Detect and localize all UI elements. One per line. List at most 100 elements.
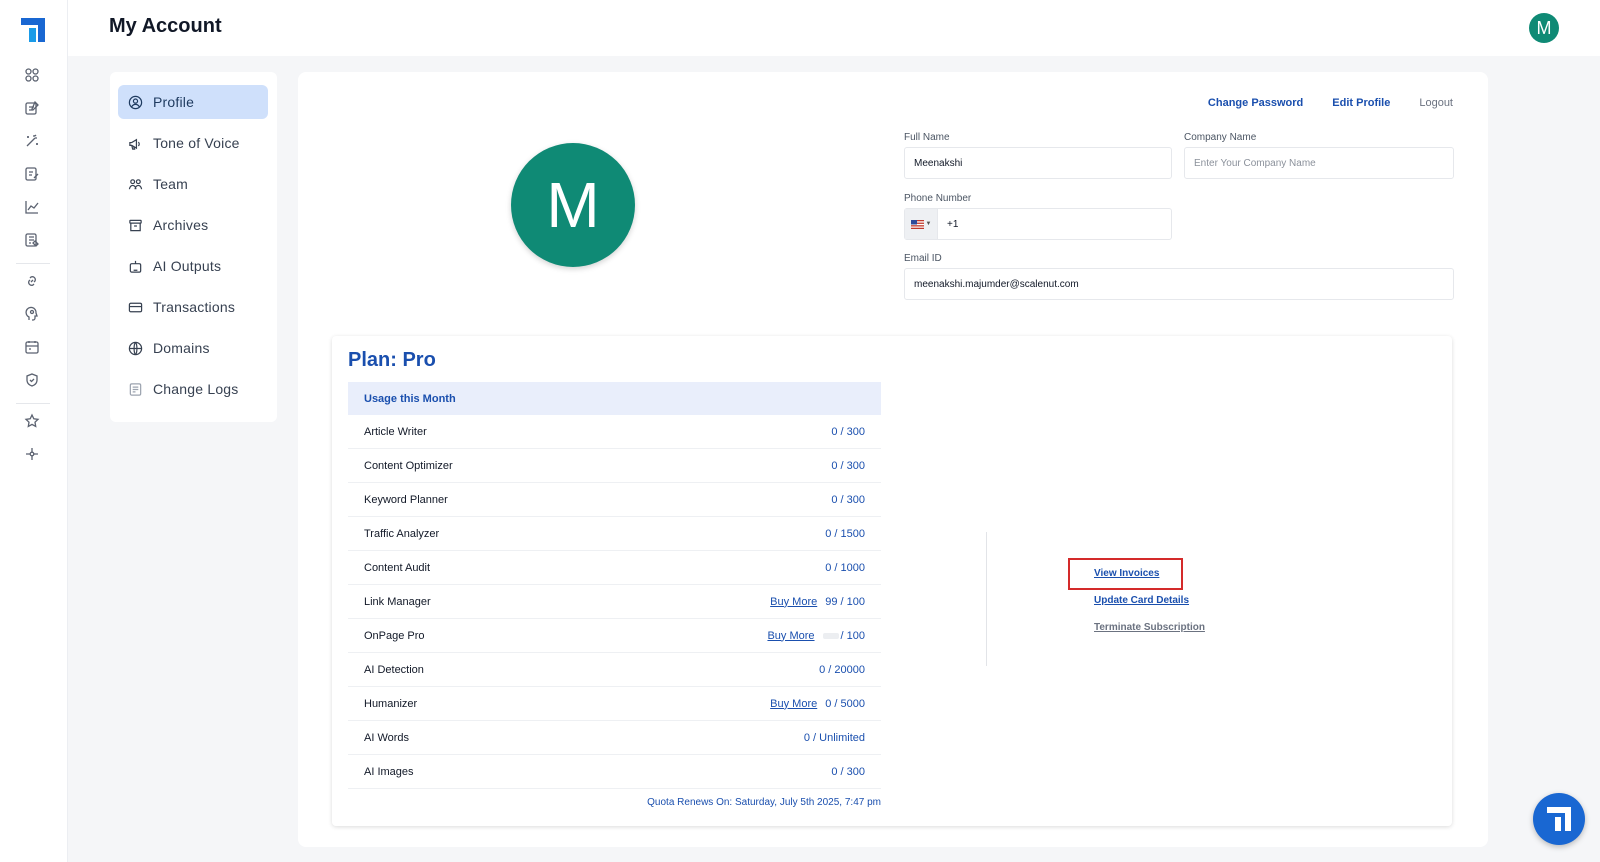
top-header: My Account M <box>68 0 1600 56</box>
email-input[interactable]: meenakshi.majumder@scalenut.com <box>904 268 1454 300</box>
buy-more-link[interactable]: Buy More <box>767 630 814 642</box>
subnav-item-ai-outputs[interactable]: AI Outputs <box>118 249 268 283</box>
full-name-label: Full Name <box>904 132 950 143</box>
usage-row: Content Optimizer 0 / 300 <box>348 449 881 483</box>
usage-feature-name: Link Manager <box>364 595 431 608</box>
subnav-label: Profile <box>153 94 195 110</box>
profile-panel: Change Password Edit Profile Logout M Fu… <box>298 72 1488 847</box>
link-icon[interactable] <box>24 273 40 289</box>
subnav-label: Domains <box>153 340 210 356</box>
company-name-input[interactable]: Enter Your Company Name <box>1184 147 1454 179</box>
chart-icon[interactable] <box>24 199 40 215</box>
email-label: Email ID <box>904 253 942 264</box>
user-circle-icon <box>128 95 143 109</box>
dashboard-icon[interactable] <box>24 67 40 83</box>
rail-divider <box>16 403 50 404</box>
subnav-item-team[interactable]: Team <box>118 167 268 201</box>
archive-icon <box>129 219 142 231</box>
usage-row: OnPage Pro Buy More / 100 <box>348 619 881 653</box>
subnav-item-profile[interactable]: Profile <box>118 85 268 119</box>
usage-loading-bar <box>822 632 839 639</box>
left-rail <box>0 0 68 862</box>
subnav-item-transactions[interactable]: Transactions <box>118 290 268 324</box>
phone-number-input[interactable]: ▼ +1 <box>904 208 1172 240</box>
subnav-label: Change Logs <box>153 381 239 397</box>
rail-divider <box>16 263 50 264</box>
usage-value: 0 / 300 <box>831 765 865 778</box>
usage-header: Usage this Month <box>348 382 881 415</box>
subnav-label: Team <box>153 176 189 192</box>
magic-wand-icon[interactable] <box>24 133 40 149</box>
phone-number-value: +1 <box>947 218 959 230</box>
star-icon[interactable] <box>24 413 40 429</box>
card-icon <box>128 302 143 312</box>
scalenut-logo-icon[interactable] <box>21 18 45 42</box>
buy-more-link[interactable]: Buy More <box>770 596 817 608</box>
brain-icon[interactable] <box>24 306 40 322</box>
profile-actions: Change Password Edit Profile Logout <box>1208 97 1453 109</box>
edit-doc-icon[interactable] <box>24 100 40 116</box>
robot-icon <box>129 260 142 273</box>
usage-row: Link Manager Buy More 99 / 100 <box>348 585 881 619</box>
usage-value: 0 / 20000 <box>819 663 865 676</box>
calendar-icon[interactable] <box>24 339 40 355</box>
usage-feature-name: Content Optimizer <box>364 459 453 472</box>
subnav-label: Archives <box>153 217 209 233</box>
phone-number-label: Phone Number <box>904 193 972 204</box>
buy-more-link[interactable]: Buy More <box>770 698 817 710</box>
country-code-selector[interactable]: ▼ <box>905 209 938 239</box>
plan-title: Plan: Pro <box>348 349 436 371</box>
subnav-label: Transactions <box>153 299 236 315</box>
usage-feature-name: OnPage Pro <box>364 629 425 642</box>
subnav-item-archives[interactable]: Archives <box>118 208 268 242</box>
usage-feature-name: AI Images <box>364 765 414 778</box>
update-card-details-link[interactable]: Update Card Details <box>1094 595 1189 606</box>
subnav-item-change-logs[interactable]: Change Logs <box>118 372 268 406</box>
usage-feature-name: AI Detection <box>364 663 424 676</box>
team-icon <box>128 178 143 189</box>
page-title: My Account <box>109 15 222 37</box>
article-icon[interactable] <box>24 232 40 248</box>
help-chat-button[interactable] <box>1533 793 1585 845</box>
usage-feature-name: Keyword Planner <box>364 493 448 506</box>
usage-feature-name: Content Audit <box>364 561 431 574</box>
user-avatar[interactable]: M <box>1529 13 1559 43</box>
chevron-down-icon: ▼ <box>925 221 932 227</box>
usage-value: 0 / 1500 <box>825 527 865 540</box>
plan-card: Plan: Pro Usage this Month Article Write… <box>332 336 1452 826</box>
company-name-label: Company Name <box>1184 132 1257 143</box>
megaphone-icon <box>129 138 140 150</box>
usage-row: AI Detection 0 / 20000 <box>348 653 881 687</box>
usage-row: AI Words 0 / Unlimited <box>348 721 881 755</box>
edit-profile-link[interactable]: Edit Profile <box>1332 97 1390 109</box>
usage-table: Usage this Month Article Writer 0 / 300 Co… <box>348 382 881 789</box>
connector-icon[interactable] <box>24 446 40 462</box>
usage-feature-name: Humanizer <box>364 697 418 710</box>
subnav-item-tone-of-voice[interactable]: Tone of Voice <box>118 126 268 160</box>
usage-row: AI Images 0 / 300 <box>348 755 881 789</box>
shield-icon[interactable] <box>24 372 40 388</box>
usage-value: 0 / 1000 <box>825 561 865 574</box>
usage-value: / 100 <box>840 629 865 642</box>
usage-value: 0 / 300 <box>831 459 865 472</box>
change-password-link[interactable]: Change Password <box>1208 97 1303 109</box>
subnav-label: Tone of Voice <box>153 135 240 151</box>
divider <box>986 532 987 666</box>
terminate-subscription-link[interactable]: Terminate Subscription <box>1094 622 1205 633</box>
content-icon[interactable] <box>24 166 40 182</box>
usage-feature-name: Article Writer <box>364 425 427 438</box>
subnav-item-domains[interactable]: Domains <box>118 331 268 365</box>
usage-value: 0 / 5000 <box>825 697 865 710</box>
usage-row: Humanizer Buy More 0 / 5000 <box>348 687 881 721</box>
full-name-input[interactable]: Meenakshi <box>904 147 1172 179</box>
us-flag-icon <box>910 219 924 229</box>
log-icon <box>129 382 142 396</box>
profile-avatar: M <box>511 143 635 267</box>
usage-value: 0 / 300 <box>831 425 865 438</box>
usage-row: Article Writer 0 / 300 <box>348 415 881 449</box>
logout-link[interactable]: Logout <box>1419 97 1453 109</box>
usage-value: 0 / Unlimited <box>803 731 865 744</box>
usage-feature-name: AI Words <box>364 731 410 744</box>
view-invoices-link[interactable]: View Invoices <box>1094 568 1159 579</box>
scalenut-logo-icon <box>1547 807 1571 831</box>
